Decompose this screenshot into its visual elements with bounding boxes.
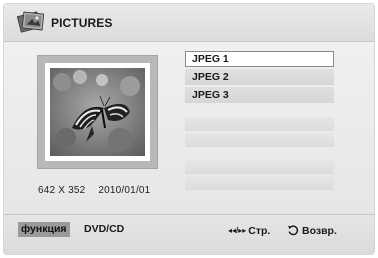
- pictures-stack-icon: [16, 11, 45, 33]
- page-arrows-icon: ◂◂/▸▸: [228, 226, 247, 235]
- file-list-item[interactable]: JPEG 3: [185, 87, 334, 103]
- header-bar: PICTURES: [4, 4, 374, 42]
- source-label: DVD/CD: [84, 223, 125, 235]
- page-label: Стр.: [248, 225, 271, 237]
- return-hint[interactable]: Возвр.: [287, 222, 337, 239]
- footer-bar: функция DVD/CD ◂◂/▸▸ Стр. Возвр.: [4, 214, 374, 254]
- function-button[interactable]: функция: [18, 222, 70, 237]
- return-arrow-icon: [288, 225, 299, 236]
- file-list-item[interactable]: JPEG 2: [185, 69, 334, 85]
- image-info: 642 X 352 2010/01/01: [38, 185, 150, 196]
- return-label: Возвр.: [302, 225, 337, 237]
- empty-list-slot: [185, 117, 334, 131]
- preview-matte: [45, 63, 150, 161]
- empty-list-slot: [185, 176, 334, 190]
- pictures-browser-screen: PICTURES 642 X 352 2010/01/01 JPEG 1 JPE…: [3, 3, 375, 255]
- page-hint[interactable]: ◂◂/▸▸ Стр.: [228, 222, 270, 239]
- butterfly-photo: [50, 68, 145, 156]
- image-date: 2010/01/01: [98, 185, 151, 196]
- empty-list-slot: [185, 160, 334, 174]
- preview-frame: [37, 55, 158, 169]
- file-list[interactable]: JPEG 1 JPEG 2 JPEG 3: [185, 51, 334, 192]
- file-list-item[interactable]: JPEG 1: [185, 51, 334, 67]
- image-resolution: 642 X 352: [38, 185, 86, 196]
- page-title: PICTURES: [51, 16, 113, 30]
- empty-list-slot: [185, 133, 334, 147]
